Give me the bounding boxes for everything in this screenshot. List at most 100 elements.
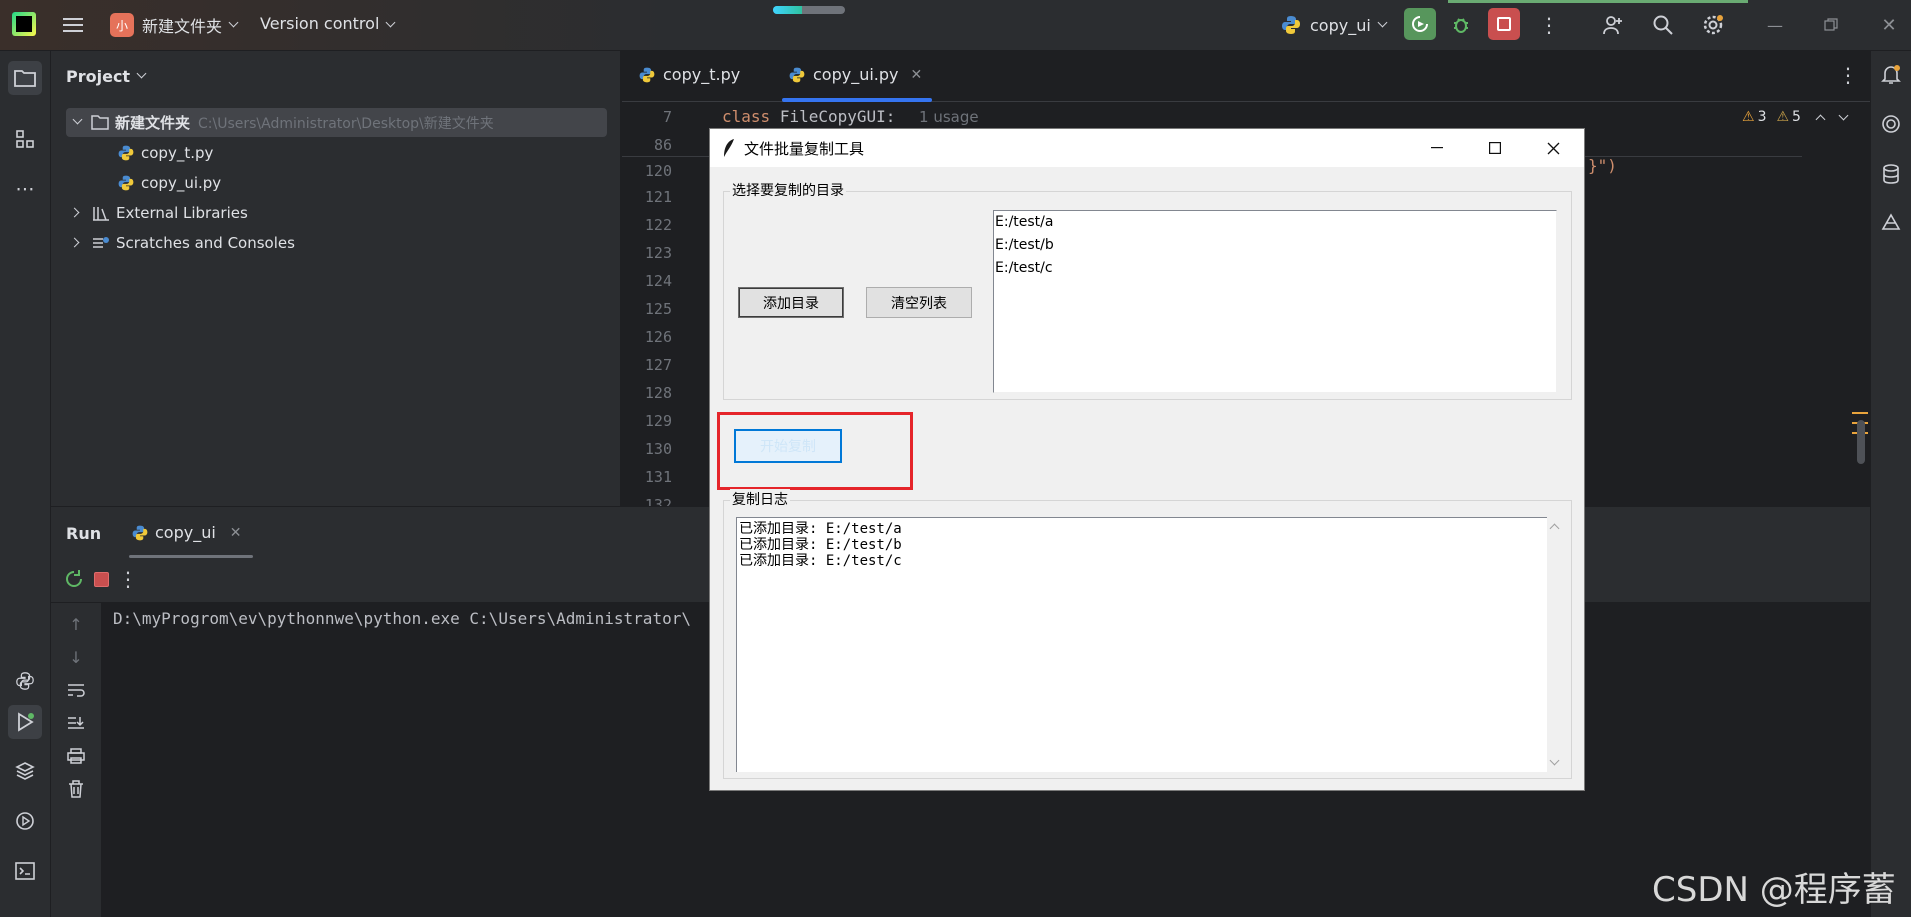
- line-number: 124: [644, 272, 672, 290]
- settings-gear-icon[interactable]: [1700, 12, 1726, 38]
- progress-indicator: [773, 6, 845, 14]
- python-file-icon: [789, 67, 805, 82]
- project-folder-icon[interactable]: [8, 61, 42, 95]
- log-text-area[interactable]: 已添加目录: E:/test/a 已添加目录: E:/test/b 已添加目录:…: [736, 517, 1547, 772]
- more-vertical-icon[interactable]: ⋮: [118, 567, 138, 591]
- file-name: copy_t.py: [141, 143, 214, 162]
- add-directory-button[interactable]: 添加目录: [738, 287, 844, 318]
- close-tab-icon[interactable]: ✕: [911, 67, 923, 83]
- add-directory-label: 添加目录: [763, 295, 819, 312]
- arrow-up-icon[interactable]: ↑: [65, 613, 87, 635]
- start-copy-button[interactable]: 开始复制: [734, 429, 842, 463]
- next-highlight-icon[interactable]: [1838, 110, 1849, 120]
- tab-label: copy_t.py: [663, 65, 741, 84]
- log-scrollbar[interactable]: [1547, 517, 1565, 772]
- tree-file-copy-t[interactable]: copy_t.py: [117, 138, 213, 167]
- layers-icon[interactable]: [11, 757, 39, 785]
- root-folder-path: C:\Users\Administrator\Desktop\新建文件夹: [198, 115, 494, 132]
- restore-window-icon[interactable]: [1818, 12, 1844, 38]
- dialog-title-bar[interactable]: 文件批量复制工具: [710, 129, 1584, 167]
- log-line: 已添加目录: E:/test/b: [739, 537, 902, 553]
- clear-list-button[interactable]: 清空列表: [866, 287, 972, 318]
- warning-icon: ⚠: [1742, 109, 1755, 125]
- notifications-bell-icon[interactable]: [1880, 63, 1902, 89]
- add-user-icon[interactable]: [1600, 12, 1626, 38]
- run-tab-label: copy_ui: [155, 523, 216, 542]
- directory-listbox[interactable]: E:/test/a E:/test/b E:/test/c: [993, 210, 1557, 393]
- rerun-icon[interactable]: [64, 569, 84, 593]
- root-folder-name: 新建文件夹: [115, 114, 191, 132]
- more-vertical-icon[interactable]: ⋮: [1536, 12, 1562, 38]
- print-icon[interactable]: [65, 745, 87, 767]
- left-tool-strip: ⋯: [0, 51, 51, 917]
- tk-feather-icon: [724, 139, 734, 157]
- scratches-icon: [93, 236, 109, 248]
- tab-copy-t[interactable]: copy_t.py: [638, 65, 740, 84]
- scroll-up-icon[interactable]: [1549, 523, 1560, 534]
- tree-file-copy-ui[interactable]: copy_ui.py: [117, 168, 221, 197]
- chevron-down-icon: [72, 114, 83, 125]
- tab-actions-more-icon[interactable]: ⋮: [1838, 63, 1858, 87]
- run-config-widget[interactable]: copy_ui: [1280, 12, 1388, 38]
- line-number: 121: [644, 188, 672, 206]
- file-name: copy_ui.py: [141, 173, 222, 192]
- run-tab-copy-ui[interactable]: copy_ui ✕: [131, 523, 242, 542]
- tree-root-folder[interactable]: 新建文件夹 C:\Users\Administrator\Desktop\新建文…: [66, 108, 607, 137]
- terminal-icon[interactable]: [11, 857, 39, 885]
- arrow-down-icon[interactable]: ↓: [65, 646, 87, 668]
- list-item[interactable]: E:/test/b: [994, 234, 1556, 257]
- project-panel-header[interactable]: Project: [66, 67, 147, 86]
- rerun-button[interactable]: [1404, 8, 1436, 40]
- file-copy-dialog: 文件批量复制工具 选择要复制的目录 添加目录 清空列表 E:/test/a E:…: [709, 128, 1585, 791]
- trash-icon[interactable]: [65, 778, 87, 800]
- weak-warning-count: 5: [1792, 109, 1801, 125]
- run-tool-icon[interactable]: [8, 705, 42, 739]
- tab-label: copy_ui.py: [813, 65, 899, 84]
- list-item[interactable]: E:/test/a: [994, 211, 1556, 234]
- vcs-widget[interactable]: Version control: [260, 14, 396, 33]
- close-window-icon[interactable]: ✕: [1876, 12, 1902, 38]
- tab-copy-ui[interactable]: copy_ui.py ✕: [788, 65, 922, 84]
- line-number: 128: [644, 384, 672, 402]
- scroll-down-icon[interactable]: [1549, 755, 1560, 766]
- editor-tab-bar: copy_t.py copy_ui.py ✕ ⋮: [622, 51, 1870, 102]
- scroll-to-end-icon[interactable]: [65, 712, 87, 734]
- database-icon[interactable]: [1880, 163, 1902, 189]
- dialog-maximize-button[interactable]: [1466, 129, 1524, 167]
- code-fragment: }"): [1588, 156, 1617, 175]
- dialog-close-button[interactable]: [1524, 129, 1582, 167]
- close-tab-icon[interactable]: ✕: [230, 525, 242, 541]
- folder-icon: [91, 115, 109, 130]
- minimize-window-icon[interactable]: —: [1762, 12, 1788, 38]
- chevron-down-icon: [228, 17, 239, 27]
- vcs-label: Version control: [260, 14, 380, 33]
- debug-bug-icon[interactable]: [1448, 12, 1474, 38]
- tree-external-libraries[interactable]: External Libraries: [69, 198, 248, 227]
- structure-icon[interactable]: [11, 125, 39, 153]
- main-menu-icon[interactable]: [60, 12, 86, 38]
- search-icon[interactable]: [1650, 12, 1676, 38]
- tree-scratches[interactable]: Scratches and Consoles: [69, 228, 295, 257]
- more-horizontal-icon[interactable]: ⋯: [11, 175, 39, 203]
- plugin-icon[interactable]: [1880, 213, 1902, 239]
- error-stripe-marker[interactable]: [1852, 412, 1868, 414]
- rerun-icon: [1412, 16, 1428, 32]
- previous-highlight-icon[interactable]: [1815, 114, 1826, 124]
- soft-wrap-icon[interactable]: [65, 679, 87, 701]
- list-item[interactable]: E:/test/c: [994, 257, 1556, 280]
- line-number: 122: [644, 216, 672, 234]
- ai-assistant-icon[interactable]: [1880, 113, 1902, 139]
- python-console-icon[interactable]: [11, 667, 39, 695]
- pycharm-logo-icon[interactable]: [12, 12, 36, 36]
- line-number: 129: [644, 412, 672, 430]
- dialog-minimize-button[interactable]: [1408, 129, 1466, 167]
- services-icon[interactable]: [11, 807, 39, 835]
- editor-scrollbar-thumb[interactable]: [1857, 420, 1865, 464]
- usage-hint[interactable]: 1 usage: [919, 108, 979, 126]
- warning-count: 3: [1757, 109, 1767, 125]
- inspection-widget[interactable]: ⚠ 3 ⚠ 5: [1742, 109, 1849, 125]
- stop-icon[interactable]: [94, 572, 109, 587]
- stop-button[interactable]: [1488, 8, 1520, 40]
- project-widget[interactable]: 小 新建文件夹: [110, 12, 239, 38]
- chevron-down-icon: [1377, 17, 1388, 27]
